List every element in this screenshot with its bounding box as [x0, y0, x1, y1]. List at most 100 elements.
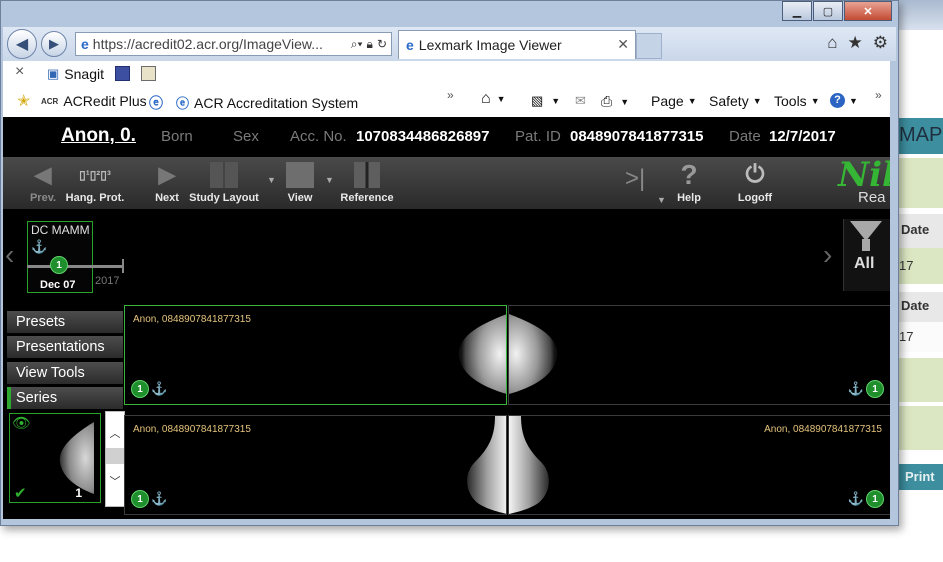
tile-number-badge: 1: [131, 380, 149, 398]
snagit-button[interactable]: ▣ Snagit: [47, 66, 104, 82]
study-layout-dropdown-icon[interactable]: ▼: [267, 175, 276, 185]
address-bar[interactable]: e https://acredit02.acr.org/ImageView...…: [75, 32, 392, 56]
scroll-down-icon[interactable]: ﹀: [106, 474, 124, 490]
presentations-tab[interactable]: Presentations: [7, 336, 123, 358]
filter-all-label: All: [854, 255, 875, 272]
image-tile-top-left[interactable]: Anon, 0848907841877315 1 ⚓: [124, 305, 507, 405]
more-tools-dropdown-icon[interactable]: ▼: [657, 195, 666, 205]
fav-acredit-plus-label: ACRedit Plus: [63, 93, 147, 109]
new-tab-button[interactable]: [636, 33, 662, 59]
fav-acredit-plus[interactable]: ACR ACRedit Plus: [41, 93, 147, 109]
tile-badge: ⚓ 1: [848, 380, 884, 398]
reference-icon: [354, 157, 380, 192]
view-tools-tab[interactable]: View Tools: [7, 362, 123, 384]
star-icon[interactable]: ★: [848, 33, 863, 53]
mail-icon[interactable]: ✉: [575, 93, 586, 109]
tile-number-badge: 1: [866, 490, 884, 508]
tab-close-icon[interactable]: ✕: [617, 36, 629, 53]
snagit-capture-icon[interactable]: [141, 66, 162, 81]
series-thumbnail[interactable]: 👁︎ ✔ 1: [9, 413, 101, 503]
close-icon[interactable]: ✕: [844, 1, 892, 21]
gear-icon[interactable]: ⚙: [873, 33, 888, 53]
browser-window: ▁ ▢ ✕ ◀ ▶ e https://acredit02.acr.org/Im…: [0, 0, 899, 526]
address-url[interactable]: https://acredit02.acr.org/ImageView...: [93, 36, 351, 52]
series-tab[interactable]: Series: [7, 387, 123, 409]
study-layout-button[interactable]: Study Layout: [189, 157, 259, 209]
home-page-icon[interactable]: ⌂ ▼: [481, 90, 506, 108]
bg-value-1: 17: [899, 258, 914, 273]
help-menu[interactable]: ? ▼: [830, 93, 858, 108]
back-icon[interactable]: ◀: [7, 29, 37, 59]
patient-name[interactable]: Anon, 0.: [61, 125, 136, 147]
next-icon: ▶: [158, 161, 176, 187]
logoff-button[interactable]: ⏻ Logoff: [733, 157, 777, 209]
pat-id-value: 0848907841877315: [570, 128, 704, 145]
ie-page-icon: e: [81, 36, 89, 52]
snagit-label: Snagit: [64, 66, 104, 82]
reference-button[interactable]: Reference: [337, 157, 397, 209]
prev-button[interactable]: ◀ Prev.: [23, 157, 63, 209]
feeds-icon[interactable]: ▧ ▼: [531, 93, 560, 109]
timeline-right-arrow-icon[interactable]: ›: [823, 239, 832, 271]
ie-fav-icon[interactable]: ⓔ: [149, 93, 163, 113]
refresh-icon[interactable]: ↻: [377, 37, 387, 51]
hanging-protocol-icon: ▯¹▯²▯³: [79, 167, 111, 182]
chevron-more-icon[interactable]: »: [447, 88, 454, 102]
tile-badge: 1 ⚓: [131, 380, 167, 398]
tools-menu-label: Tools: [774, 93, 807, 109]
logo-text-2: Rea: [858, 189, 886, 206]
image-tile-bottom-left[interactable]: Anon, 0848907841877315 1 ⚓: [124, 415, 507, 515]
presets-tab[interactable]: Presets: [7, 311, 123, 333]
study-number-badge[interactable]: 1: [50, 256, 68, 274]
fav-acr-accreditation-system[interactable]: ⓔ ACR Accreditation System: [176, 93, 358, 112]
navigation-bar: ◀ ▶ e https://acredit02.acr.org/ImageVie…: [3, 27, 896, 61]
safety-menu[interactable]: Safety ▼: [709, 93, 762, 109]
next-button[interactable]: ▶ Next: [149, 157, 185, 209]
maximize-icon[interactable]: ▢: [813, 1, 843, 21]
tools-menu[interactable]: Tools ▼: [774, 93, 820, 109]
forward-icon[interactable]: ▶: [41, 31, 67, 57]
expand-toolbar-icon[interactable]: >|: [625, 165, 645, 193]
tab-lexmark-image-viewer[interactable]: e Lexmark Image Viewer ✕: [398, 30, 636, 59]
background-side-content: MAP Date 17 Date 17 Print: [897, 118, 943, 498]
study-layout-label: Study Layout: [189, 192, 259, 204]
page-menu[interactable]: Page ▼: [651, 93, 697, 109]
filter-button[interactable]: All: [843, 219, 890, 291]
view-dropdown-icon[interactable]: ▼: [325, 175, 334, 185]
scroll-up-icon[interactable]: ︿: [106, 426, 124, 442]
favorites-bar: ✭ ACR ACRedit Plus ⓔ ⓔ ACR Accreditation…: [3, 88, 890, 117]
bg-print-button[interactable]: Print: [905, 469, 935, 484]
view-button[interactable]: View: [283, 157, 317, 209]
mammogram-image: [467, 416, 506, 514]
image-viewer: Anon, 0. Born Sex Acc. No. 1070834486826…: [3, 117, 890, 519]
tile-number-badge: 1: [131, 490, 149, 508]
study-timeline: ‹ DC MAMM ⚓ Dec 07 1 2017 › All: [3, 209, 890, 305]
study-modality: DC MAMM: [31, 223, 90, 237]
image-tile-bottom-right[interactable]: Anon, 0848907841877315 ⚓ 1: [508, 415, 890, 515]
favorites-star-icon[interactable]: ✭: [17, 91, 30, 111]
print-icon[interactable]: ⎙ ▼: [601, 93, 629, 110]
series-scrollbar[interactable]: ︿ ﹀: [105, 411, 125, 507]
image-tile-top-right[interactable]: ⚓ 1: [508, 305, 890, 405]
home-icon[interactable]: ⌂: [827, 33, 837, 53]
close-bar-icon[interactable]: ×: [15, 63, 24, 81]
eye-icon[interactable]: 👁︎: [12, 414, 31, 432]
hang-prot-button[interactable]: ▯¹▯²▯³ Hang. Prot.: [63, 157, 127, 209]
search-icon[interactable]: ⌕▾: [351, 37, 363, 52]
tab-title: Lexmark Image Viewer: [418, 37, 562, 53]
snagit-window-icon[interactable]: [115, 66, 136, 81]
vendor-logo: Nil Rea: [832, 157, 890, 209]
minimize-icon[interactable]: ▁: [782, 1, 812, 21]
lock-icon[interactable]: 🔒︎: [367, 37, 373, 52]
scroll-thumb[interactable]: [106, 448, 124, 464]
anchor-icon: ⚓: [847, 381, 864, 396]
timeline-track[interactable]: [27, 265, 123, 268]
chevron-more-icon-2[interactable]: »: [875, 88, 882, 102]
help-button[interactable]: ? Help: [671, 157, 707, 209]
help-label: Help: [677, 192, 701, 204]
timeline-left-arrow-icon[interactable]: ‹: [5, 239, 14, 271]
prev-label: Prev.: [29, 192, 57, 204]
viewer-toolbar: ◀ Prev. ▯¹▯²▯³ Hang. Prot. ▶ Next Study …: [3, 157, 890, 209]
date-value: 12/7/2017: [769, 128, 836, 145]
fav-acr-system-label: ACR Accreditation System: [194, 94, 359, 111]
